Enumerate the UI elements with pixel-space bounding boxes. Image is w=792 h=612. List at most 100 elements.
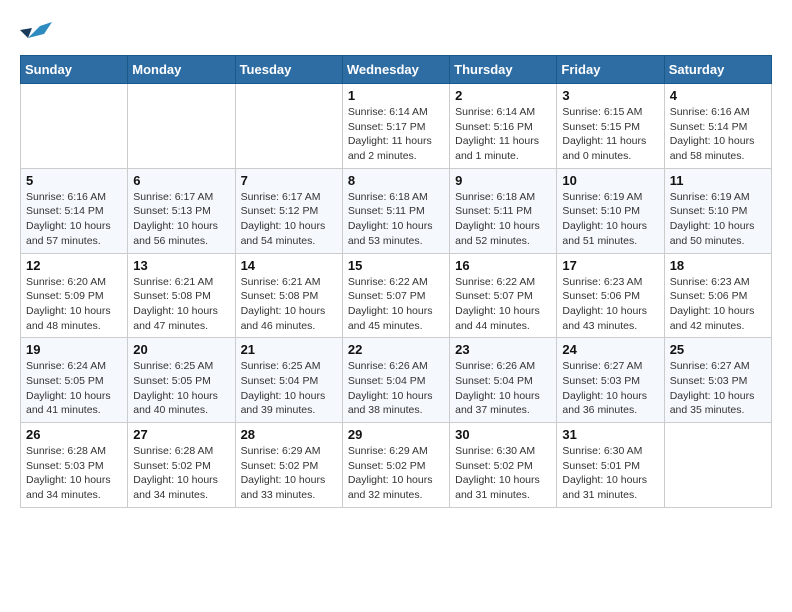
calendar-cell: 27 Sunrise: 6:28 AMSunset: 5:02 PMDayligh… bbox=[128, 423, 235, 508]
day-info: Sunrise: 6:16 AMSunset: 5:14 PMDaylight:… bbox=[670, 105, 766, 164]
day-info: Sunrise: 6:30 AMSunset: 5:02 PMDaylight:… bbox=[455, 444, 551, 503]
day-number: 22 bbox=[348, 342, 444, 357]
calendar-cell bbox=[128, 84, 235, 169]
calendar-cell: 24 Sunrise: 6:27 AMSunset: 5:03 PMDayligh… bbox=[557, 338, 664, 423]
calendar-cell: 26 Sunrise: 6:28 AMSunset: 5:03 PMDayligh… bbox=[21, 423, 128, 508]
day-number: 20 bbox=[133, 342, 229, 357]
calendar-week-row: 19 Sunrise: 6:24 AMSunset: 5:05 PMDayligh… bbox=[21, 338, 772, 423]
day-header-sunday: Sunday bbox=[21, 56, 128, 84]
day-info: Sunrise: 6:16 AMSunset: 5:14 PMDaylight:… bbox=[26, 190, 122, 249]
day-number: 8 bbox=[348, 173, 444, 188]
calendar-header-row: SundayMondayTuesdayWednesdayThursdayFrid… bbox=[21, 56, 772, 84]
day-header-saturday: Saturday bbox=[664, 56, 771, 84]
calendar-cell bbox=[235, 84, 342, 169]
day-info: Sunrise: 6:30 AMSunset: 5:01 PMDaylight:… bbox=[562, 444, 658, 503]
calendar-cell: 2 Sunrise: 6:14 AMSunset: 5:16 PMDaylight… bbox=[450, 84, 557, 169]
day-info: Sunrise: 6:14 AMSunset: 5:16 PMDaylight:… bbox=[455, 105, 551, 164]
day-number: 13 bbox=[133, 258, 229, 273]
calendar-cell: 3 Sunrise: 6:15 AMSunset: 5:15 PMDaylight… bbox=[557, 84, 664, 169]
calendar-cell: 25 Sunrise: 6:27 AMSunset: 5:03 PMDayligh… bbox=[664, 338, 771, 423]
day-number: 29 bbox=[348, 427, 444, 442]
day-info: Sunrise: 6:21 AMSunset: 5:08 PMDaylight:… bbox=[241, 275, 337, 334]
calendar-cell: 8 Sunrise: 6:18 AMSunset: 5:11 PMDaylight… bbox=[342, 168, 449, 253]
calendar-cell: 22Sunrise: 6:26 AMSunset: 5:04 PMDayligh… bbox=[342, 338, 449, 423]
day-number: 6 bbox=[133, 173, 229, 188]
day-info: Sunrise: 6:14 AMSunset: 5:17 PMDaylight:… bbox=[348, 105, 444, 164]
calendar-week-row: 12 Sunrise: 6:20 AMSunset: 5:09 PMDayligh… bbox=[21, 253, 772, 338]
calendar-cell: 29 Sunrise: 6:29 AMSunset: 5:02 PMDayligh… bbox=[342, 423, 449, 508]
day-number: 19 bbox=[26, 342, 122, 357]
calendar-cell: 28 Sunrise: 6:29 AMSunset: 5:02 PMDayligh… bbox=[235, 423, 342, 508]
calendar-table: SundayMondayTuesdayWednesdayThursdayFrid… bbox=[20, 55, 772, 508]
day-info: Sunrise: 6:23 AMSunset: 5:06 PMDaylight:… bbox=[670, 275, 766, 334]
day-number: 28 bbox=[241, 427, 337, 442]
calendar-cell: 15Sunrise: 6:22 AMSunset: 5:07 PMDayligh… bbox=[342, 253, 449, 338]
day-number: 25 bbox=[670, 342, 766, 357]
calendar-cell: 31 Sunrise: 6:30 AMSunset: 5:01 PMDayligh… bbox=[557, 423, 664, 508]
day-info: Sunrise: 6:25 AMSunset: 5:05 PMDaylight:… bbox=[133, 359, 229, 418]
day-info: Sunrise: 6:21 AMSunset: 5:08 PMDaylight:… bbox=[133, 275, 229, 334]
day-info: Sunrise: 6:28 AMSunset: 5:02 PMDaylight:… bbox=[133, 444, 229, 503]
day-info: Sunrise: 6:17 AMSunset: 5:12 PMDaylight:… bbox=[241, 190, 337, 249]
day-info: Sunrise: 6:27 AMSunset: 5:03 PMDaylight:… bbox=[562, 359, 658, 418]
calendar-cell: 9Sunrise: 6:18 AMSunset: 5:11 PMDaylight… bbox=[450, 168, 557, 253]
day-number: 12 bbox=[26, 258, 122, 273]
calendar-week-row: 26 Sunrise: 6:28 AMSunset: 5:03 PMDayligh… bbox=[21, 423, 772, 508]
day-number: 14 bbox=[241, 258, 337, 273]
day-info: Sunrise: 6:29 AMSunset: 5:02 PMDaylight:… bbox=[241, 444, 337, 503]
day-header-wednesday: Wednesday bbox=[342, 56, 449, 84]
day-number: 18 bbox=[670, 258, 766, 273]
calendar-cell: 17 Sunrise: 6:23 AMSunset: 5:06 PMDayligh… bbox=[557, 253, 664, 338]
day-number: 7 bbox=[241, 173, 337, 188]
calendar-cell: 11Sunrise: 6:19 AMSunset: 5:10 PMDayligh… bbox=[664, 168, 771, 253]
day-number: 23 bbox=[455, 342, 551, 357]
day-info: Sunrise: 6:18 AMSunset: 5:11 PMDaylight:… bbox=[348, 190, 444, 249]
calendar-week-row: 1 Sunrise: 6:14 AMSunset: 5:17 PMDaylight… bbox=[21, 84, 772, 169]
day-info: Sunrise: 6:26 AMSunset: 5:04 PMDaylight:… bbox=[455, 359, 551, 418]
calendar-cell: 14 Sunrise: 6:21 AMSunset: 5:08 PMDayligh… bbox=[235, 253, 342, 338]
calendar-cell: 23 Sunrise: 6:26 AMSunset: 5:04 PMDayligh… bbox=[450, 338, 557, 423]
day-header-thursday: Thursday bbox=[450, 56, 557, 84]
day-number: 31 bbox=[562, 427, 658, 442]
calendar-cell: 6 Sunrise: 6:17 AMSunset: 5:13 PMDaylight… bbox=[128, 168, 235, 253]
calendar-cell: 30 Sunrise: 6:30 AMSunset: 5:02 PMDayligh… bbox=[450, 423, 557, 508]
day-info: Sunrise: 6:29 AMSunset: 5:02 PMDaylight:… bbox=[348, 444, 444, 503]
day-number: 30 bbox=[455, 427, 551, 442]
calendar-cell: 19 Sunrise: 6:24 AMSunset: 5:05 PMDayligh… bbox=[21, 338, 128, 423]
day-number: 24 bbox=[562, 342, 658, 357]
day-header-tuesday: Tuesday bbox=[235, 56, 342, 84]
day-info: Sunrise: 6:18 AMSunset: 5:11 PMDaylight:… bbox=[455, 190, 551, 249]
calendar-week-row: 5 Sunrise: 6:16 AMSunset: 5:14 PMDaylight… bbox=[21, 168, 772, 253]
day-number: 26 bbox=[26, 427, 122, 442]
day-info: Sunrise: 6:23 AMSunset: 5:06 PMDaylight:… bbox=[562, 275, 658, 334]
day-info: Sunrise: 6:24 AMSunset: 5:05 PMDaylight:… bbox=[26, 359, 122, 418]
day-number: 15 bbox=[348, 258, 444, 273]
day-number: 10 bbox=[562, 173, 658, 188]
logo-icon bbox=[20, 20, 52, 47]
page-header bbox=[20, 20, 772, 47]
day-header-monday: Monday bbox=[128, 56, 235, 84]
day-number: 3 bbox=[562, 88, 658, 103]
calendar-cell: 18 Sunrise: 6:23 AMSunset: 5:06 PMDayligh… bbox=[664, 253, 771, 338]
day-number: 17 bbox=[562, 258, 658, 273]
day-number: 27 bbox=[133, 427, 229, 442]
calendar-cell: 13 Sunrise: 6:21 AMSunset: 5:08 PMDayligh… bbox=[128, 253, 235, 338]
day-info: Sunrise: 6:19 AMSunset: 5:10 PMDaylight:… bbox=[562, 190, 658, 249]
day-info: Sunrise: 6:15 AMSunset: 5:15 PMDaylight:… bbox=[562, 105, 658, 164]
calendar-cell: 12 Sunrise: 6:20 AMSunset: 5:09 PMDayligh… bbox=[21, 253, 128, 338]
calendar-cell: 7 Sunrise: 6:17 AMSunset: 5:12 PMDaylight… bbox=[235, 168, 342, 253]
day-info: Sunrise: 6:20 AMSunset: 5:09 PMDaylight:… bbox=[26, 275, 122, 334]
calendar-cell bbox=[664, 423, 771, 508]
day-number: 21 bbox=[241, 342, 337, 357]
calendar-cell: 21Sunrise: 6:25 AMSunset: 5:04 PMDayligh… bbox=[235, 338, 342, 423]
day-info: Sunrise: 6:17 AMSunset: 5:13 PMDaylight:… bbox=[133, 190, 229, 249]
day-number: 1 bbox=[348, 88, 444, 103]
calendar-cell: 4Sunrise: 6:16 AMSunset: 5:14 PMDaylight… bbox=[664, 84, 771, 169]
day-info: Sunrise: 6:27 AMSunset: 5:03 PMDaylight:… bbox=[670, 359, 766, 418]
day-info: Sunrise: 6:28 AMSunset: 5:03 PMDaylight:… bbox=[26, 444, 122, 503]
calendar-cell: 1 Sunrise: 6:14 AMSunset: 5:17 PMDaylight… bbox=[342, 84, 449, 169]
calendar-cell: 5 Sunrise: 6:16 AMSunset: 5:14 PMDaylight… bbox=[21, 168, 128, 253]
day-number: 5 bbox=[26, 173, 122, 188]
day-number: 2 bbox=[455, 88, 551, 103]
logo bbox=[20, 20, 56, 47]
